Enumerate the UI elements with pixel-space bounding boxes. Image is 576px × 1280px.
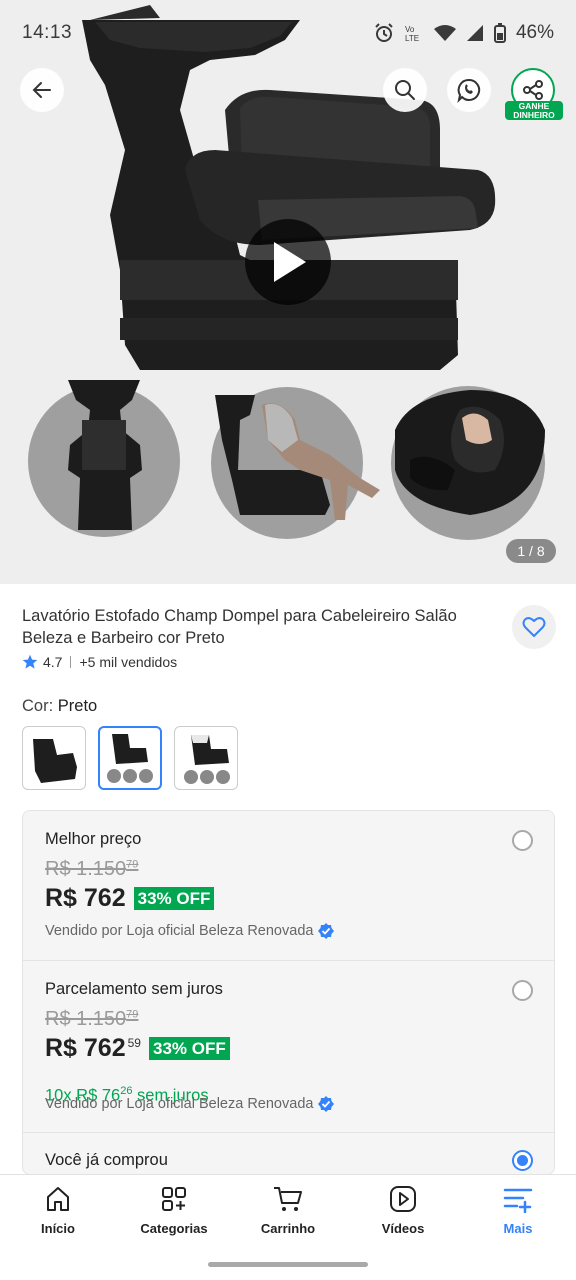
nav-label: Carrinho <box>260 1221 316 1236</box>
search-button[interactable] <box>383 68 427 112</box>
whatsapp-icon <box>457 78 481 103</box>
svg-text:LTE: LTE <box>405 34 419 43</box>
back-button[interactable] <box>20 68 64 112</box>
status-time: 14:13 <box>22 22 73 43</box>
offer-radio[interactable] <box>512 1150 533 1171</box>
original-price: R$ 1.15079 <box>45 1008 138 1031</box>
offer-title: Melhor preço <box>45 830 142 848</box>
divider <box>70 656 72 668</box>
categories-icon <box>162 1187 186 1211</box>
current-price-value: R$ 762 <box>45 1034 126 1062</box>
rating-value: 4.7 <box>43 654 63 670</box>
original-price-cents: 79 <box>126 858 139 871</box>
original-price-cents: 79 <box>126 1008 139 1021</box>
nav-item-inicio[interactable]: Início <box>8 1185 108 1236</box>
home-indicator[interactable] <box>208 1262 368 1267</box>
product-gallery[interactable]: 14:13 Vo LTE 46% GANHE DINHEIRO 1 / 8 <box>0 0 576 584</box>
offer-radio[interactable] <box>512 980 533 1001</box>
offer-best-price[interactable]: Melhor preço R$ 1.15079 R$ 762 33% OFF V… <box>23 811 554 961</box>
current-price-cents: 59 <box>127 1035 141 1050</box>
verified-icon <box>318 923 335 939</box>
battery-level: 46% <box>515 22 554 43</box>
color-swatches <box>22 726 238 790</box>
home-icon <box>47 1187 69 1211</box>
color-value: Preto <box>57 697 98 715</box>
offer-title: Parcelamento sem juros <box>45 980 223 998</box>
color-swatch-1[interactable] <box>22 726 86 790</box>
heart-icon <box>522 617 546 637</box>
price-row: R$ 762 33% OFF <box>45 884 215 913</box>
video-icon <box>390 1186 416 1212</box>
arrow-left-icon <box>32 82 51 98</box>
swatch-image <box>107 734 153 783</box>
price-row: R$ 762 59 33% OFF <box>45 1034 230 1063</box>
share-icon <box>523 80 543 100</box>
seller-text: Vendido por Loja oficial Beleza Renovada <box>45 923 314 939</box>
discount-badge: 33% OFF <box>133 887 215 910</box>
offer-already-bought[interactable]: Você já comprou <box>23 1133 554 1174</box>
wifi-icon <box>433 25 456 41</box>
nav-item-categorias[interactable]: Categorias <box>124 1185 224 1236</box>
current-price: R$ 762 59 <box>45 1034 141 1063</box>
current-price: R$ 762 <box>45 884 126 912</box>
nav-item-mais[interactable]: Mais <box>468 1185 568 1236</box>
nav-item-carrinho[interactable]: Carrinho <box>238 1185 338 1236</box>
color-swatch-3[interactable] <box>174 726 238 790</box>
search-icon <box>395 80 415 100</box>
color-swatch-2[interactable] <box>98 726 162 790</box>
offer-title: Você já comprou <box>45 1151 168 1169</box>
product-title: Lavatório Estofado Champ Dompel para Cab… <box>22 607 457 647</box>
cart-icon <box>274 1187 302 1211</box>
swatch-image <box>33 739 77 783</box>
nav-label: Início <box>41 1221 75 1236</box>
offer-installments[interactable]: Parcelamento sem juros R$ 1.15079 R$ 762… <box>23 961 554 1133</box>
nav-label: Vídeos <box>381 1221 425 1236</box>
signal-icon <box>466 25 483 41</box>
verified-icon <box>318 1096 335 1112</box>
color-label-prefix: Cor: <box>22 697 58 715</box>
original-price-value: R$ 1.150 <box>45 1008 127 1030</box>
offer-radio[interactable] <box>512 830 533 851</box>
nav-label: Mais <box>503 1221 533 1236</box>
status-bar: 14:13 Vo LTE 46% <box>0 0 576 64</box>
whatsapp-share-button[interactable] <box>447 68 491 112</box>
color-selector-label: Cor: Preto <box>22 697 97 716</box>
sold-count: +5 mil vendidos <box>79 654 178 670</box>
original-price: R$ 1.15079 <box>45 858 138 881</box>
play-video-button[interactable] <box>245 219 331 305</box>
alarm-icon <box>375 23 393 42</box>
seller-info[interactable]: Vendido por Loja oficial Beleza Renovada <box>45 1096 335 1112</box>
original-price-value: R$ 1.150 <box>45 858 127 880</box>
purchase-options: Melhor preço R$ 1.15079 R$ 762 33% OFF V… <box>22 810 555 1175</box>
seller-text: Vendido por Loja oficial Beleza Renovada <box>45 1096 314 1112</box>
nav-label: Categorias <box>140 1221 208 1236</box>
favorite-button[interactable] <box>512 605 556 649</box>
battery-icon <box>493 23 506 43</box>
swatch-image <box>184 735 230 784</box>
image-page-counter: 1 / 8 <box>506 539 556 563</box>
earn-money-badge: GANHE DINHEIRO <box>505 101 563 120</box>
play-icon <box>274 242 306 282</box>
discount-badge: 33% OFF <box>148 1037 230 1060</box>
nav-item-videos[interactable]: Vídeos <box>353 1185 453 1236</box>
svg-text:Vo: Vo <box>405 25 415 34</box>
volte-icon: VoLTE <box>405 25 419 43</box>
menu-plus-icon <box>503 1188 533 1213</box>
rating-row[interactable]: 4.7 +5 mil vendidos <box>22 654 177 670</box>
seller-info[interactable]: Vendido por Loja oficial Beleza Renovada <box>45 923 335 939</box>
star-icon <box>22 654 38 669</box>
status-icons: Vo LTE 46% <box>374 22 554 44</box>
